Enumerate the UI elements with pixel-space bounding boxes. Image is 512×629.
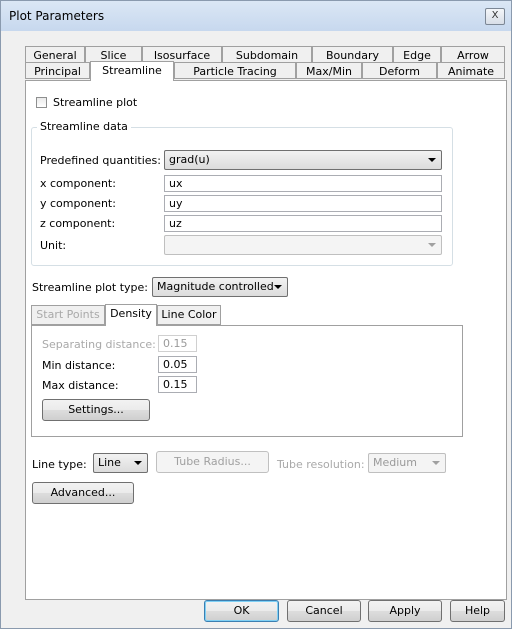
plot-parameters-dialog: Plot Parameters X General Slice Isosurfa…	[0, 0, 512, 629]
tab-line-color[interactable]: Line Color	[157, 305, 221, 325]
min-distance-input[interactable]: 0.05	[158, 356, 197, 373]
chevron-down-icon	[428, 158, 436, 162]
streamline-plot-checkbox[interactable]	[36, 97, 47, 108]
line-type-select[interactable]: Line	[93, 453, 148, 473]
close-icon: X	[491, 10, 499, 21]
tab-boundary[interactable]: Boundary	[312, 46, 393, 63]
tab-subdomain[interactable]: Subdomain	[222, 46, 312, 63]
y-component-input[interactable]: uy	[164, 195, 442, 212]
min-distance-label: Min distance:	[42, 359, 116, 372]
dialog-title: Plot Parameters	[9, 9, 105, 23]
z-component-input[interactable]: uz	[164, 215, 442, 232]
tube-resolution-value: Medium	[373, 456, 417, 469]
tab-particle-tracing[interactable]: Particle Tracing	[174, 62, 296, 79]
unit-label: Unit:	[40, 239, 67, 252]
tube-resolution-select[interactable]: Medium	[368, 453, 446, 473]
predefined-quantities-select[interactable]: grad(u)	[164, 150, 442, 170]
tab-start-points[interactable]: Start Points	[31, 305, 105, 325]
close-button[interactable]: X	[485, 8, 505, 25]
cancel-button[interactable]: Cancel	[287, 600, 361, 622]
plot-type-value: Magnitude controlled	[157, 280, 274, 293]
tab-edge[interactable]: Edge	[393, 46, 441, 63]
line-type-label: Line type:	[32, 458, 87, 471]
streamline-data-legend: Streamline data	[37, 120, 131, 133]
tab-max-min[interactable]: Max/Min	[296, 62, 362, 79]
chevron-down-icon	[134, 461, 142, 465]
tab-deform[interactable]: Deform	[362, 62, 437, 79]
settings-button[interactable]: Settings...	[42, 399, 150, 421]
predefined-quantities-label: Predefined quantities:	[40, 154, 161, 167]
z-component-label: z component:	[40, 217, 116, 230]
ok-button[interactable]: OK	[204, 600, 279, 622]
unit-select[interactable]	[164, 235, 442, 255]
plot-type-select[interactable]: Magnitude controlled	[152, 277, 288, 297]
tube-radius-button[interactable]: Tube Radius...	[156, 451, 269, 473]
line-type-value: Line	[98, 456, 121, 469]
predefined-quantities-value: grad(u)	[169, 153, 210, 166]
separating-distance-label: Separating distance:	[42, 338, 156, 351]
tab-streamline[interactable]: Streamline	[90, 61, 174, 81]
tab-general[interactable]: General	[25, 46, 85, 63]
streamline-plot-label: Streamline plot	[53, 96, 138, 109]
max-distance-input[interactable]: 0.15	[158, 376, 197, 393]
max-distance-label: Max distance:	[42, 379, 119, 392]
chevron-down-icon	[432, 461, 440, 465]
plot-type-label: Streamline plot type:	[32, 281, 149, 294]
title-bar: Plot Parameters X	[1, 1, 511, 31]
tube-resolution-label: Tube resolution:	[277, 458, 365, 471]
tab-principal[interactable]: Principal	[25, 62, 90, 79]
tab-density[interactable]: Density	[105, 304, 157, 326]
apply-button[interactable]: Apply	[368, 600, 442, 622]
y-component-label: y component:	[40, 197, 116, 210]
chevron-down-icon	[274, 285, 282, 289]
tab-arrow[interactable]: Arrow	[441, 46, 505, 63]
help-button[interactable]: Help	[450, 600, 505, 622]
chevron-down-icon	[428, 243, 436, 247]
tab-animate[interactable]: Animate	[437, 62, 505, 79]
x-component-label: x component:	[40, 177, 116, 190]
advanced-button[interactable]: Advanced...	[32, 482, 134, 504]
x-component-input[interactable]: ux	[164, 175, 442, 192]
separating-distance-input[interactable]: 0.15	[158, 335, 197, 352]
